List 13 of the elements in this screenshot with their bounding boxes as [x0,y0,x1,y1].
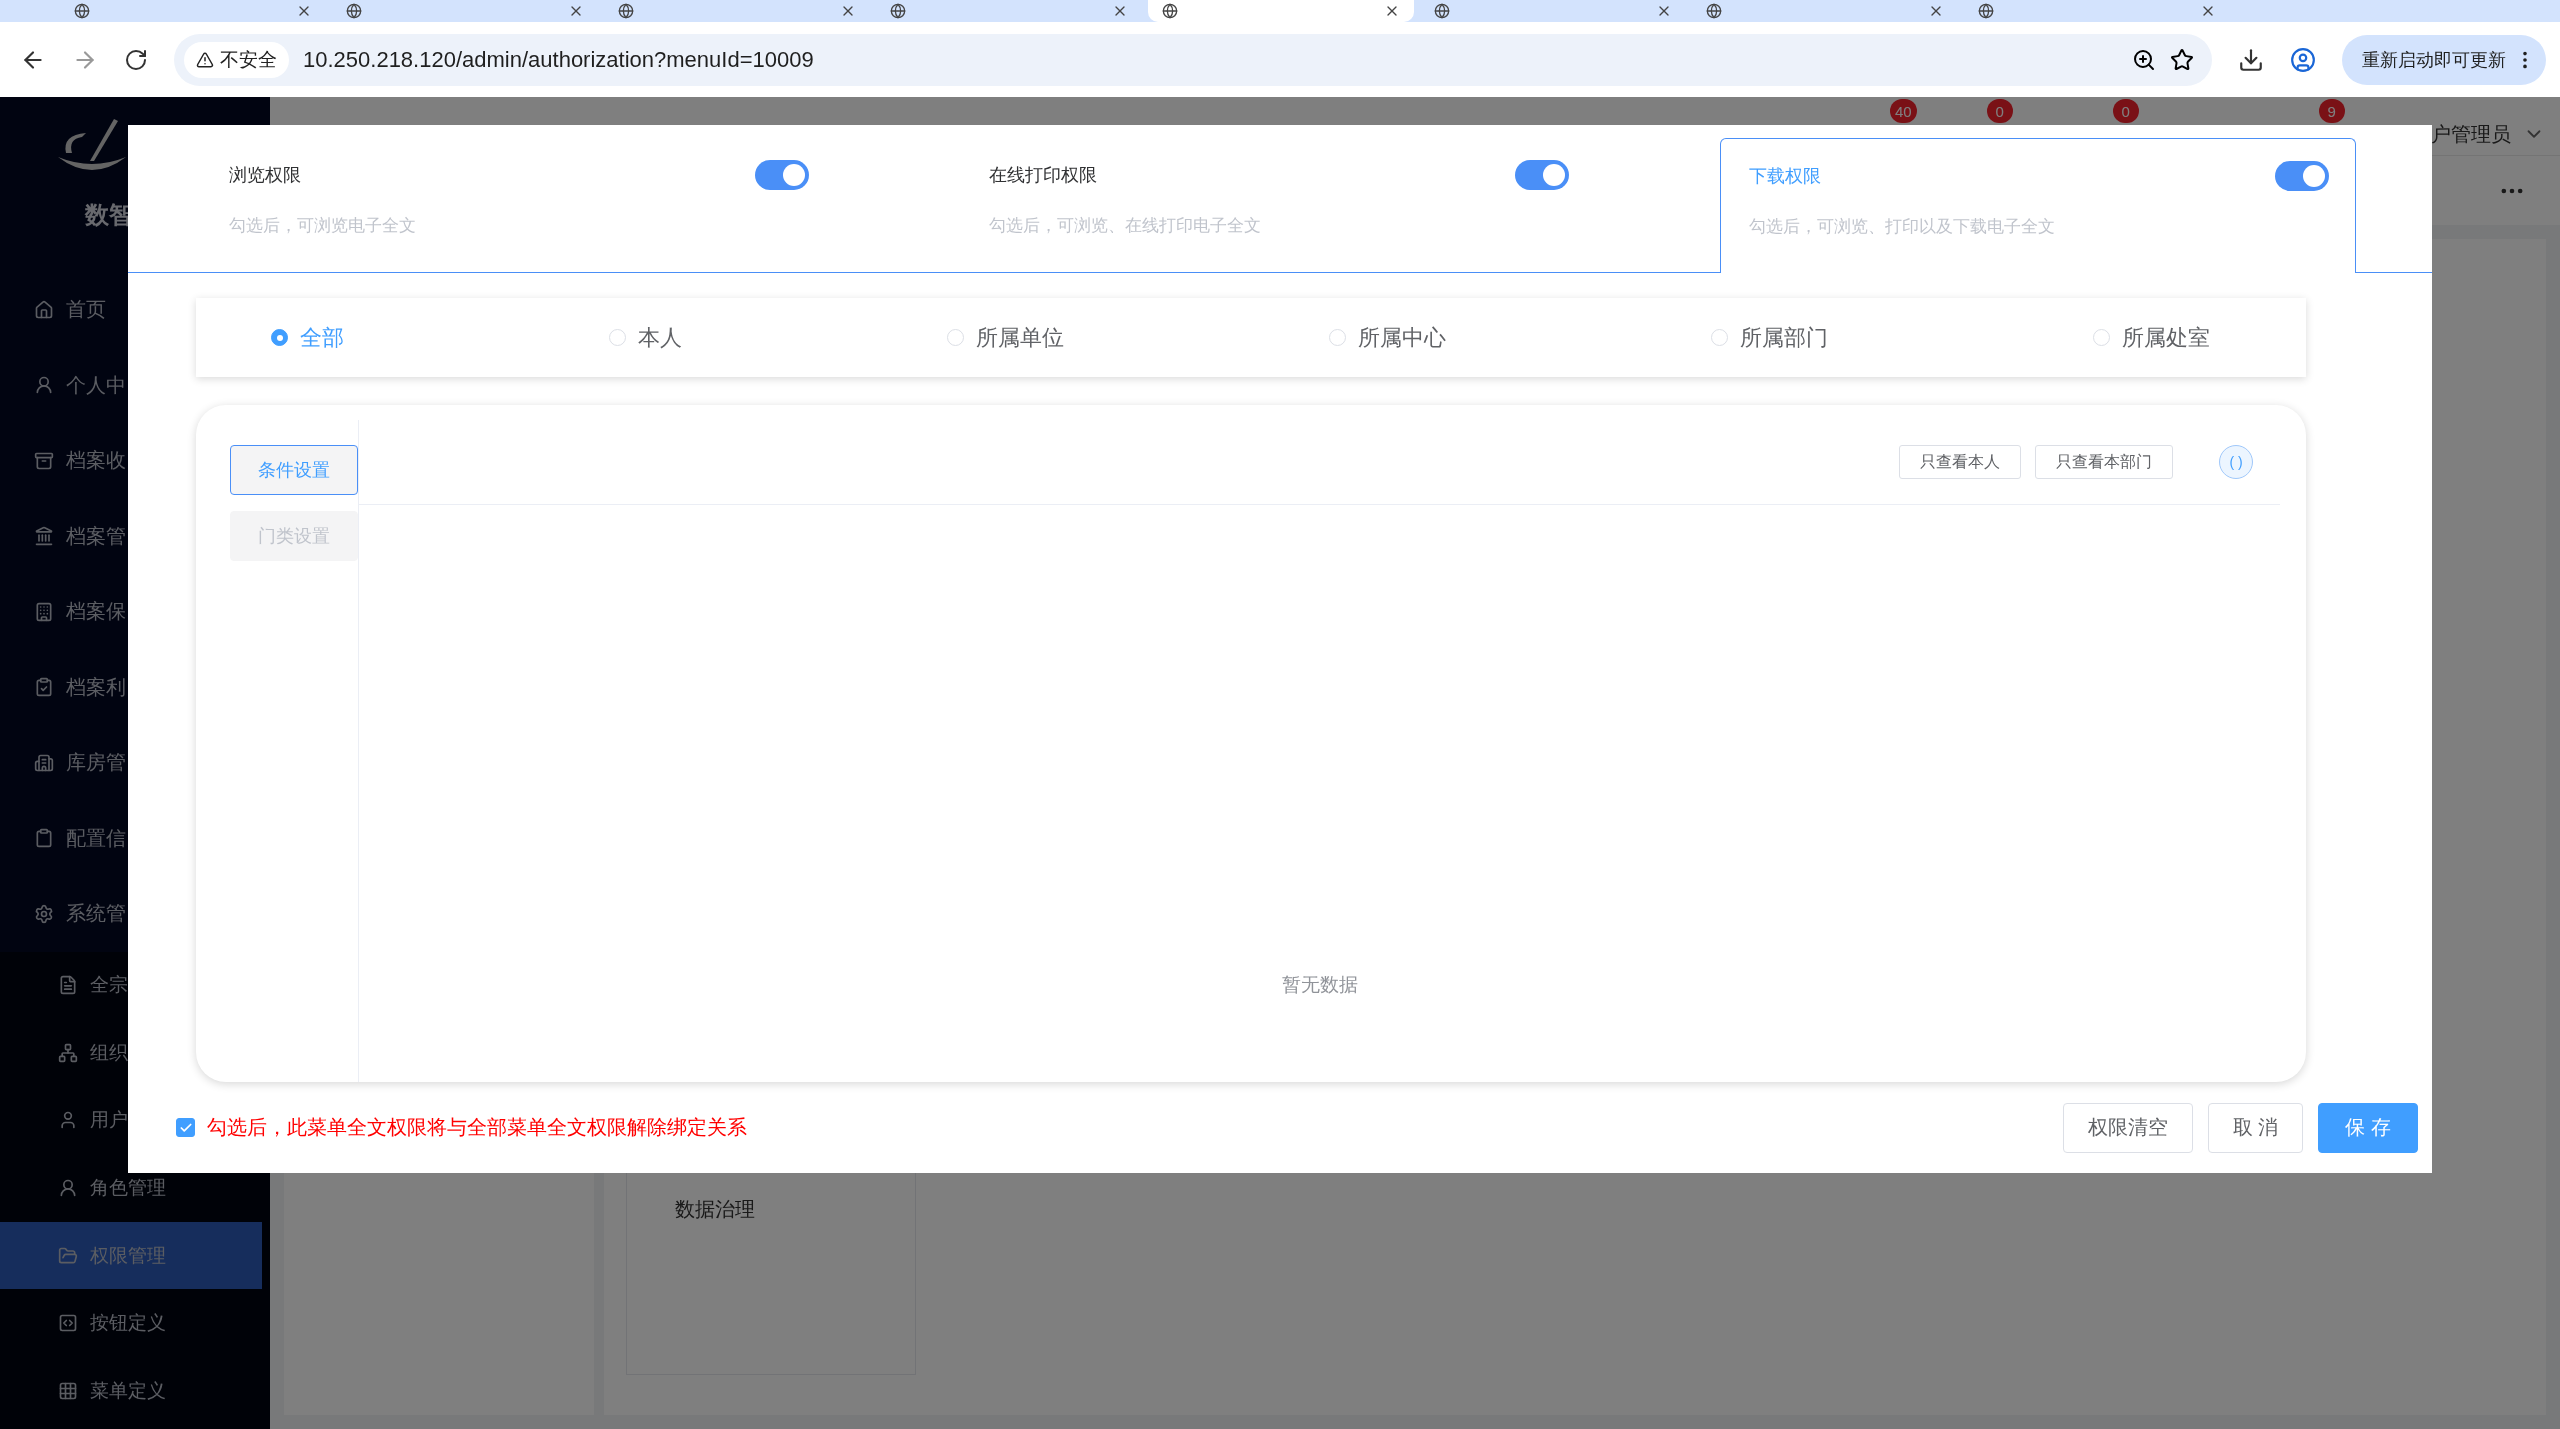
empty-text: 暂无数据 [1281,973,1358,997]
count-badge: 0 [1986,99,2013,123]
url-text: 10.250.218.120/admin/authorization?menuId=10009 [303,46,815,73]
permission-title: 下载权限 [1749,165,1821,188]
permission-description: 勾选后，可浏览、在线打印电子全文 [989,215,1262,237]
count-badge: 40 [1890,99,1917,123]
permission-title: 在线打印权限 [989,164,1097,187]
permission-description: 勾选后，可浏览电子全文 [229,215,417,237]
permission-description: 勾选后，可浏览、打印以及下载电子全文 [1749,216,2056,238]
permission-title: 浏览权限 [229,164,301,187]
count-badge: 9 [2318,99,2345,123]
count-badge: 0 [2112,99,2139,123]
security-label: 不安全 [220,47,277,72]
